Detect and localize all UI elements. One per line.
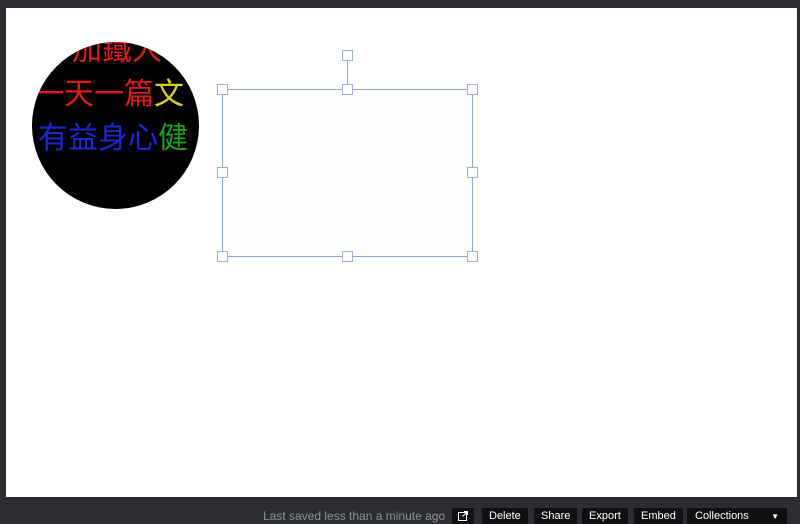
resize-handle-top-left[interactable] (217, 84, 228, 95)
circle-text-segment: 一天一篇 (34, 77, 154, 112)
share-button[interactable]: Share (534, 508, 578, 524)
top-bar (0, 0, 800, 8)
circle-text-segment: 加鐵人 (72, 42, 162, 68)
circle-image[interactable]: 加鐵人 一天一篇文 有益身心健 (32, 42, 199, 209)
rotate-handle[interactable] (342, 50, 353, 61)
circle-text-segment: 健 (158, 121, 188, 156)
embed-button[interactable]: Embed (634, 508, 683, 524)
resize-handle-bottom-left[interactable] (217, 251, 228, 262)
resize-handle-top-right[interactable] (467, 84, 478, 95)
resize-handle-top[interactable] (342, 84, 353, 95)
resize-handle-right[interactable] (467, 167, 478, 178)
open-in-new-button[interactable] (452, 508, 474, 524)
drawing-canvas[interactable]: 加鐵人 一天一篇文 有益身心健 (6, 8, 797, 497)
collections-dropdown[interactable]: Collections ▼ (687, 508, 787, 524)
chevron-down-icon: ▼ (771, 512, 779, 521)
external-link-icon (458, 511, 468, 521)
resize-handle-bottom-right[interactable] (467, 251, 478, 262)
delete-button[interactable]: Delete (482, 508, 528, 524)
export-button[interactable]: Export (582, 508, 628, 524)
circle-text-line-2: 一天一篇文 (34, 78, 184, 112)
circle-text-segment: 有益身心 (38, 121, 158, 156)
selected-rectangle[interactable] (222, 89, 473, 257)
circle-text-line-1: 加鐵人 (72, 42, 162, 68)
collections-label: Collections (695, 510, 749, 522)
resize-handle-left[interactable] (217, 167, 228, 178)
save-status: Last saved less than a minute ago (263, 509, 446, 523)
resize-handle-bottom[interactable] (342, 251, 353, 262)
circle-text-line-3: 有益身心健 (38, 122, 188, 156)
circle-text-segment: 文 (154, 77, 184, 112)
